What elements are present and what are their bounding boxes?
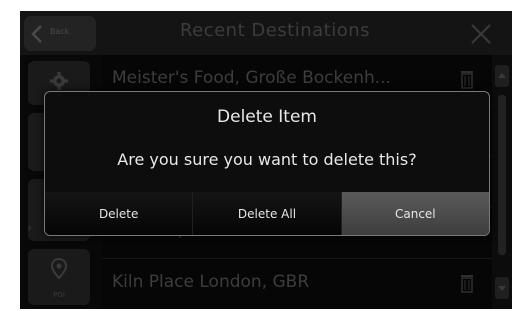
dialog-message: Are you sure you want to delete this? (117, 150, 417, 169)
scroll-thumb[interactable] (498, 95, 506, 255)
delete-all-button[interactable]: Delete All (193, 192, 342, 235)
dialog-button-bar: Delete Delete All Cancel (45, 192, 489, 235)
close-icon (471, 24, 491, 44)
list-item-label: Kiln Place London, GBR (112, 272, 310, 292)
list-item-label: Meister's Food, Große Bockenh... (112, 68, 391, 88)
scroll-up-button[interactable] (495, 65, 509, 87)
sidebar-item-poi[interactable]: POI (28, 249, 90, 305)
trash-icon[interactable] (460, 273, 474, 293)
scrollbar[interactable] (492, 55, 512, 309)
dialog-title: Delete Item (217, 107, 317, 127)
delete-button[interactable]: Delete (45, 192, 194, 235)
header-bar: Back Recent Destinations (20, 11, 512, 55)
arrow-down-icon (498, 286, 506, 291)
page-title: Recent Destinations (179, 20, 371, 41)
close-button[interactable] (452, 16, 508, 51)
sidebar-item-label: F (27, 225, 33, 233)
chevron-left-icon (31, 25, 42, 43)
back-button[interactable]: Back (24, 16, 96, 51)
map-pin-icon (50, 257, 68, 280)
back-label: Back (50, 27, 70, 36)
list-item[interactable]: Kiln Place London, GBR (102, 259, 492, 309)
cancel-button[interactable]: Cancel (341, 192, 489, 235)
navigation-screen: Back Recent Destinations F POI Meister's… (20, 11, 512, 309)
arrow-up-icon (498, 73, 506, 78)
trash-icon[interactable] (460, 69, 474, 89)
scroll-down-button[interactable] (495, 277, 509, 299)
sidebar-item-label: POI (53, 291, 65, 299)
gear-icon (50, 72, 68, 90)
delete-dialog: Delete Item Are you sure you want to del… (44, 91, 490, 236)
